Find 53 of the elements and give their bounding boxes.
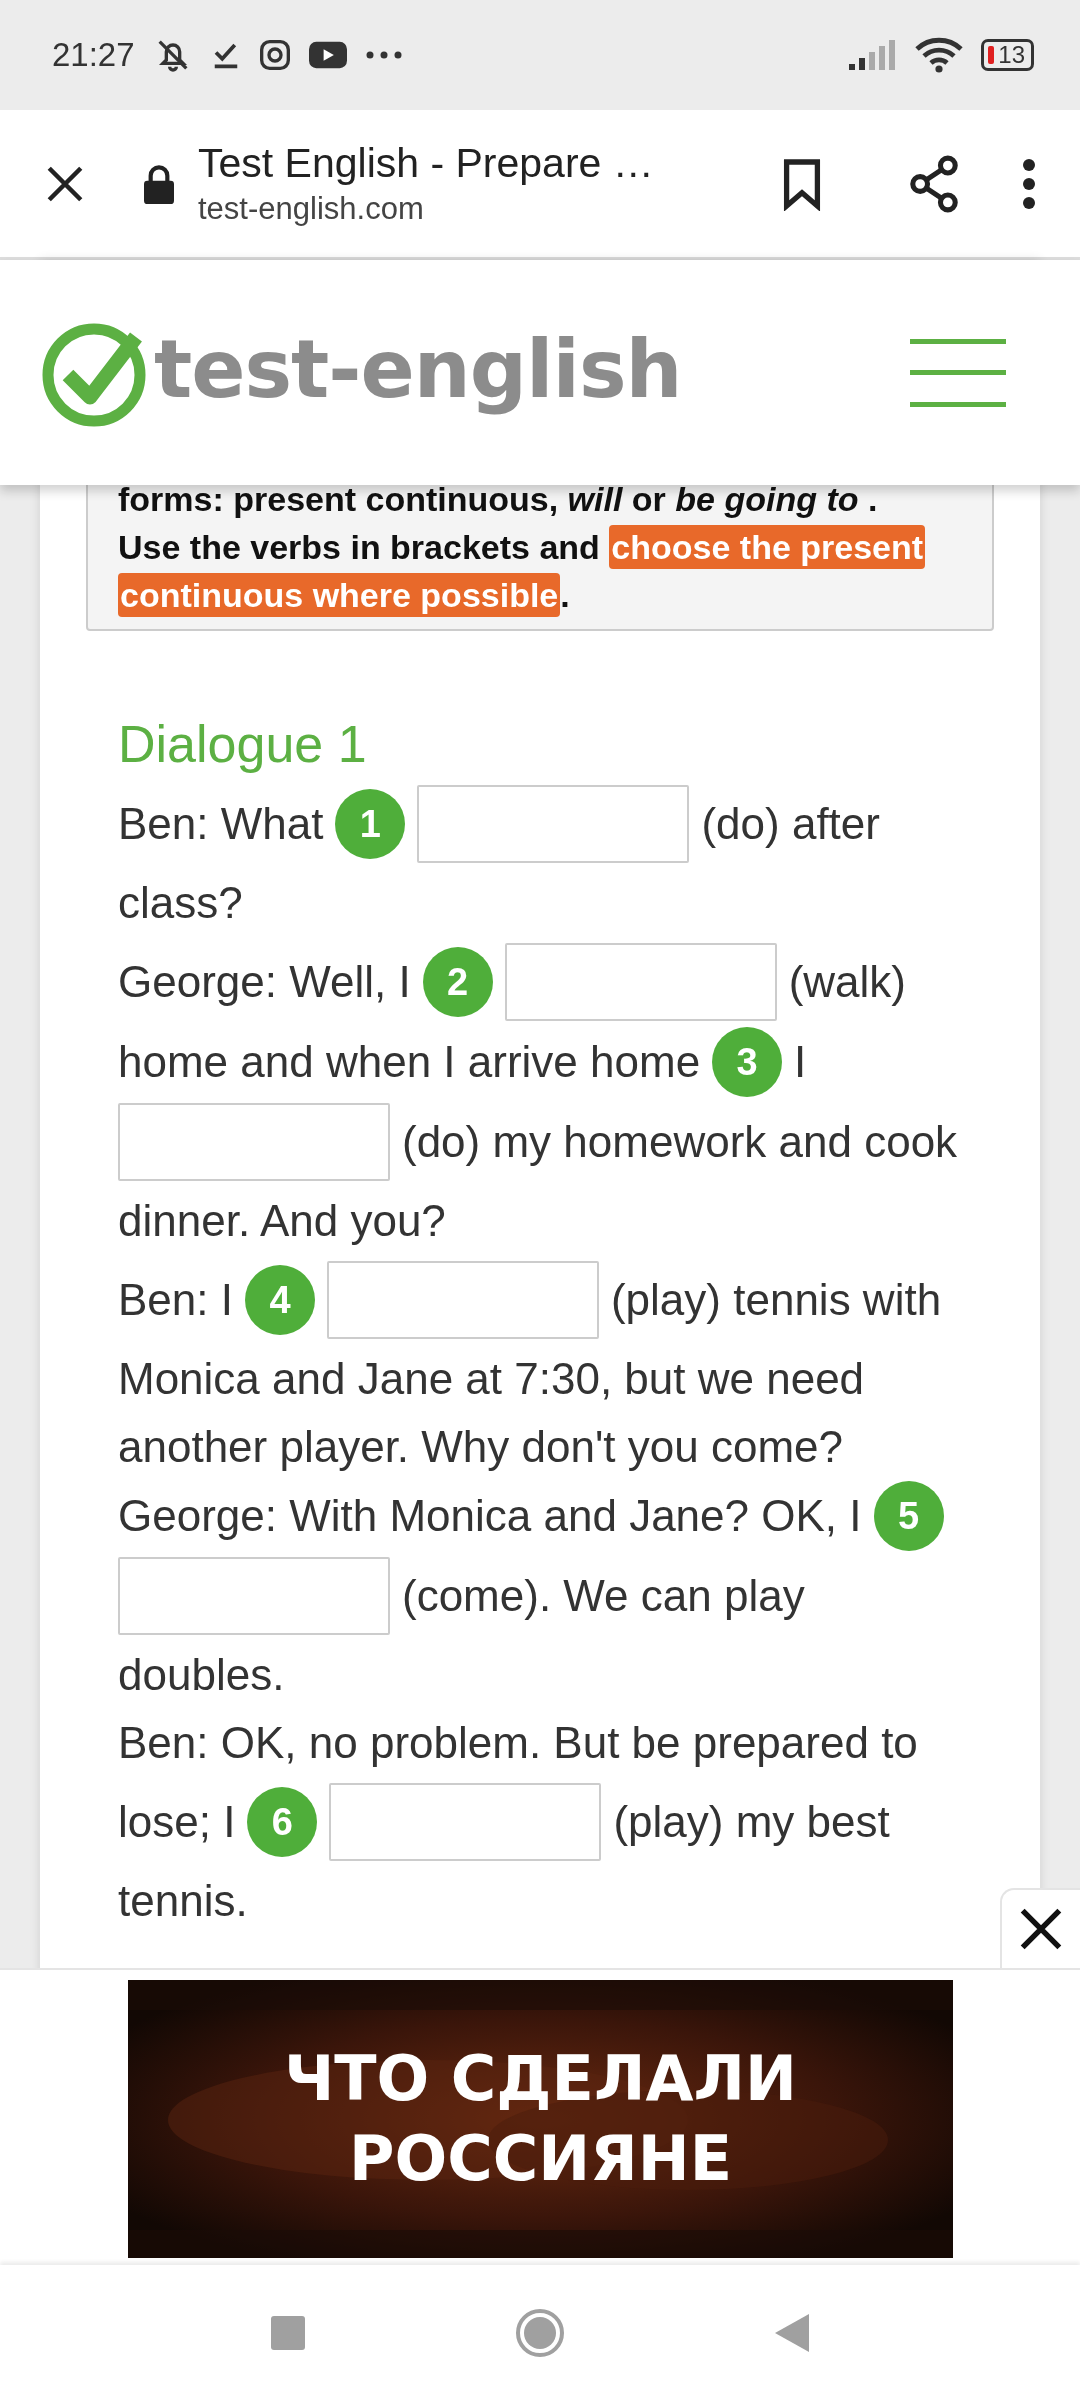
page-title: Test English - Prepare … bbox=[198, 140, 655, 187]
signal-icon bbox=[849, 40, 898, 70]
lock-icon bbox=[142, 163, 176, 204]
dialogue-text: George: With Monica and Jane? OK, I bbox=[118, 1490, 862, 1542]
menu-icon[interactable] bbox=[910, 338, 1006, 407]
dialogue-text: another player. Why don't you come? bbox=[118, 1421, 844, 1473]
dialogue-text: Ben: What bbox=[118, 798, 324, 850]
dialogue-text: (play) my best bbox=[613, 1796, 890, 1848]
dialogue-text: (do) my homework and cook bbox=[402, 1116, 958, 1168]
answer-field[interactable] bbox=[118, 1103, 390, 1181]
recents-button[interactable] bbox=[271, 2315, 305, 2350]
home-button[interactable] bbox=[515, 2307, 565, 2358]
dialogue-text: class? bbox=[118, 877, 243, 929]
dialogue-text: home and when I arrive home bbox=[118, 1036, 701, 1088]
dialogue-heading: Dialogue 1 bbox=[118, 714, 368, 775]
dialogue-text: (come). We can play bbox=[402, 1570, 805, 1622]
dialogue-text: (walk) bbox=[788, 956, 906, 1008]
page-url: test-english.com bbox=[198, 191, 425, 227]
dialogue-text: Ben: I bbox=[118, 1274, 233, 1326]
answer-field[interactable] bbox=[504, 943, 777, 1021]
ad-text: РОССИЯНЕ bbox=[349, 2121, 732, 2197]
back-button[interactable] bbox=[775, 2313, 809, 2352]
dialogue-text: dinner. And you? bbox=[118, 1195, 446, 1247]
answer-field[interactable] bbox=[329, 1783, 602, 1861]
dialogue-text: Monica and Jane at 7:30, but we need bbox=[118, 1353, 865, 1405]
site-logo[interactable]: test-english bbox=[40, 316, 682, 429]
dialogue-text: (play) tennis with bbox=[610, 1274, 942, 1326]
question-number: 5 bbox=[873, 1481, 944, 1551]
question-number: 6 bbox=[247, 1787, 318, 1857]
question-number: 3 bbox=[712, 1027, 783, 1097]
dialogue-text: tennis. bbox=[118, 1875, 248, 1927]
close-icon bbox=[1019, 1907, 1063, 1951]
dialogue-text: doubles. bbox=[118, 1649, 285, 1701]
close-ad-button[interactable] bbox=[1000, 1888, 1080, 1968]
camera-icon bbox=[258, 39, 291, 71]
dialogue-text: I bbox=[794, 1036, 807, 1088]
question-number: 2 bbox=[422, 947, 493, 1017]
dialogue-text: lose; I bbox=[118, 1796, 236, 1848]
battery-icon: 13 bbox=[981, 39, 1034, 71]
answer-field[interactable] bbox=[326, 1261, 599, 1339]
dialogue-text: George: Well, I bbox=[118, 956, 411, 1008]
answer-field[interactable] bbox=[118, 1557, 390, 1635]
more-menu-icon[interactable] bbox=[1022, 157, 1036, 210]
answer-field[interactable] bbox=[417, 785, 690, 863]
status-time: 21:27 bbox=[52, 36, 135, 74]
question-number: 4 bbox=[244, 1265, 315, 1335]
play-icon bbox=[308, 40, 347, 70]
wifi-icon bbox=[915, 37, 964, 73]
more-icon bbox=[364, 50, 403, 60]
question-number: 1 bbox=[335, 789, 406, 859]
dialogue-text: (do) after bbox=[701, 798, 880, 850]
dialogue-text: Ben: OK, no problem. But be prepared to bbox=[118, 1717, 918, 1769]
ad-text: ЧТО СДЕЛАЛИ bbox=[284, 2041, 797, 2117]
